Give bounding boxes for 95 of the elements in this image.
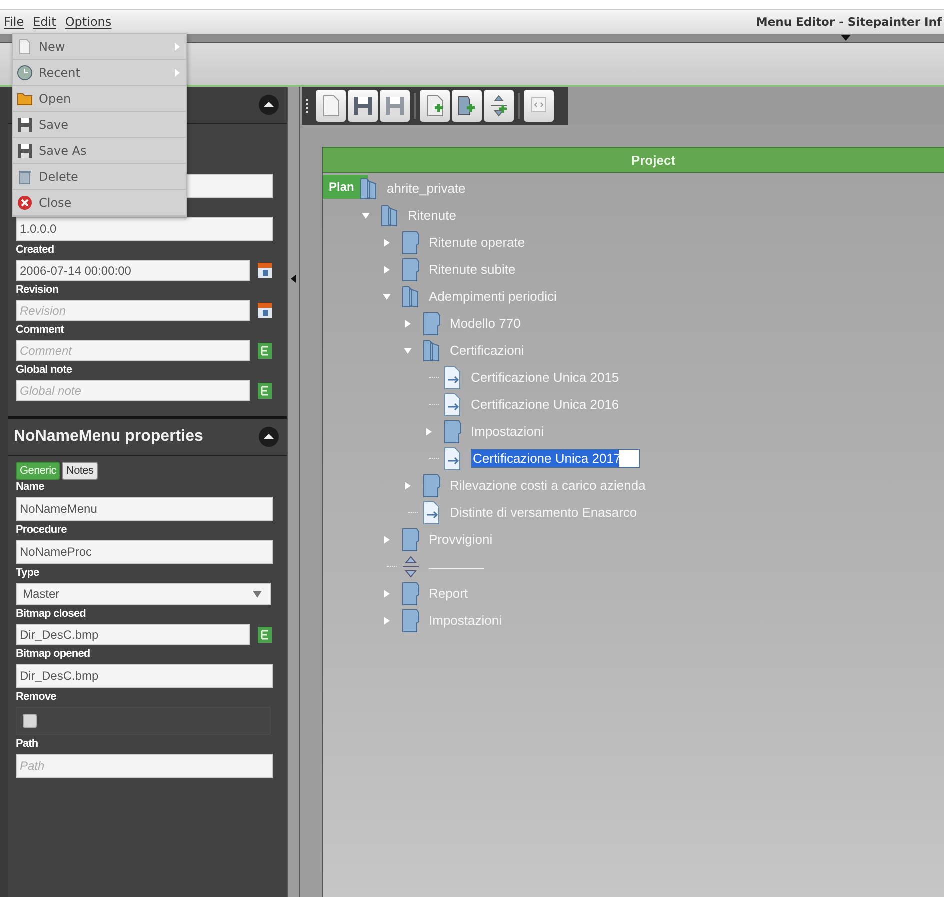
calendar-icon[interactable] [258, 263, 272, 278]
input-field[interactable]: 1.0.0.0 [16, 217, 273, 241]
menu-item[interactable]: Delete [13, 164, 186, 190]
tree-node-label[interactable]: Certificazione Unica 2017 [471, 449, 640, 468]
open-folder-icon [380, 204, 400, 228]
edit-icon[interactable] [258, 626, 272, 642]
field-label: Bitmap opened [16, 648, 92, 662]
submenu-arrow-icon [175, 68, 180, 76]
input-field[interactable]: NoNameProc [16, 540, 273, 564]
save-as-icon-button[interactable] [380, 90, 410, 122]
splitter-arrow-icon[interactable] [291, 274, 296, 282]
add-separator-icon [488, 94, 510, 118]
collapsed-arrow-icon[interactable] [404, 482, 412, 490]
folder-icon [401, 528, 421, 552]
menu-item[interactable]: Save As [13, 138, 186, 164]
folder-icon [401, 230, 421, 254]
folder-icon [401, 608, 421, 632]
separator-icon [401, 554, 421, 578]
submenu-arrow-icon [175, 42, 180, 50]
page-link-icon [422, 500, 442, 524]
input-field[interactable]: NoNameMenu [16, 497, 273, 521]
panel-title: NoNameMenu properties [14, 428, 204, 446]
collapsed-arrow-icon[interactable] [383, 266, 391, 274]
save-icon-button[interactable] [348, 90, 378, 122]
input-field[interactable]: Dir_DesC.bmp [16, 624, 250, 645]
code-icon-button[interactable] [524, 90, 554, 122]
field-label: Remove [16, 691, 58, 705]
menu-item[interactable]: New [13, 34, 186, 60]
page-link-icon [443, 446, 463, 470]
calendar-icon[interactable] [258, 303, 272, 318]
collapsed-arrow-icon[interactable] [383, 616, 391, 624]
new-document-icon [17, 38, 33, 54]
checkbox[interactable] [23, 714, 37, 728]
save-icon [352, 94, 374, 118]
folder-icon [401, 582, 421, 606]
expanded-arrow-icon[interactable] [404, 346, 412, 354]
page-link-icon [443, 366, 463, 390]
save-as-icon [384, 94, 406, 118]
collapse-icon[interactable] [259, 427, 279, 447]
folder-icon [17, 90, 33, 106]
panel-tab[interactable]: Generic [16, 462, 60, 480]
field-label: Revision [16, 284, 60, 298]
menu-bar-item[interactable]: Edit [33, 15, 56, 29]
window-title: Menu Editor - Sitepainter Inf [756, 15, 942, 29]
dropdown[interactable]: Master [16, 583, 271, 605]
add-page-icon-button[interactable] [420, 90, 450, 122]
field-label: Global note [16, 364, 74, 378]
tree-header: Project [323, 147, 944, 173]
dropdown-arrow-icon [253, 590, 262, 598]
folder-icon [443, 420, 463, 444]
menu-item[interactable]: Recent [13, 60, 186, 86]
field-label: Path [16, 738, 40, 752]
add-folder-icon [456, 94, 478, 118]
add-folder-icon-button[interactable] [452, 90, 482, 122]
menu-item[interactable]: Open [13, 86, 186, 112]
open-folder-icon [422, 338, 442, 362]
folder-icon [422, 474, 442, 498]
collapsed-arrow-icon[interactable] [383, 536, 391, 544]
add-separator-icon-button[interactable] [484, 90, 514, 122]
menu-bar-item[interactable]: File [4, 15, 24, 29]
folder-icon [422, 312, 442, 336]
expanded-arrow-icon[interactable] [362, 212, 370, 220]
input-field[interactable]: Path [16, 754, 273, 778]
field-label: Name [16, 481, 46, 495]
close-icon [17, 194, 33, 210]
edit-icon[interactable] [258, 382, 272, 398]
collapsed-arrow-icon[interactable] [383, 238, 391, 246]
menu-item[interactable]: Close [13, 190, 186, 216]
collapsed-arrow-icon[interactable] [404, 320, 412, 328]
field-label: Procedure [16, 524, 68, 538]
field-label: Comment [16, 324, 66, 338]
save-icon [17, 116, 33, 132]
save-as-icon [17, 142, 33, 158]
folder-icon [401, 258, 421, 282]
input-field[interactable]: Global note [16, 380, 250, 401]
new-document-icon-button[interactable] [316, 90, 346, 122]
collapsed-arrow-icon[interactable] [425, 428, 433, 436]
field-label: Bitmap closed [16, 608, 87, 622]
open-folder-icon [401, 284, 421, 308]
input-field[interactable]: Revision [16, 300, 250, 321]
clock-icon [17, 64, 33, 80]
collapsed-arrow-icon[interactable] [383, 590, 391, 598]
menu-item[interactable]: Save [13, 112, 186, 138]
panel-tab[interactable]: Notes [62, 462, 98, 480]
collapse-icon[interactable] [259, 95, 279, 115]
menu-bar-item[interactable]: Options [65, 15, 112, 29]
field-label: Created [16, 244, 56, 258]
input-field[interactable]: Dir_DesC.bmp [16, 664, 273, 688]
field-label: Type [16, 567, 40, 581]
expanded-arrow-icon[interactable] [383, 292, 391, 300]
input-field[interactable]: 2006-07-14 00:00:00 [16, 260, 250, 281]
trash-icon [17, 168, 33, 184]
page-link-icon [443, 392, 463, 416]
edit-icon[interactable] [258, 342, 272, 358]
input-field[interactable]: Comment [16, 340, 250, 361]
